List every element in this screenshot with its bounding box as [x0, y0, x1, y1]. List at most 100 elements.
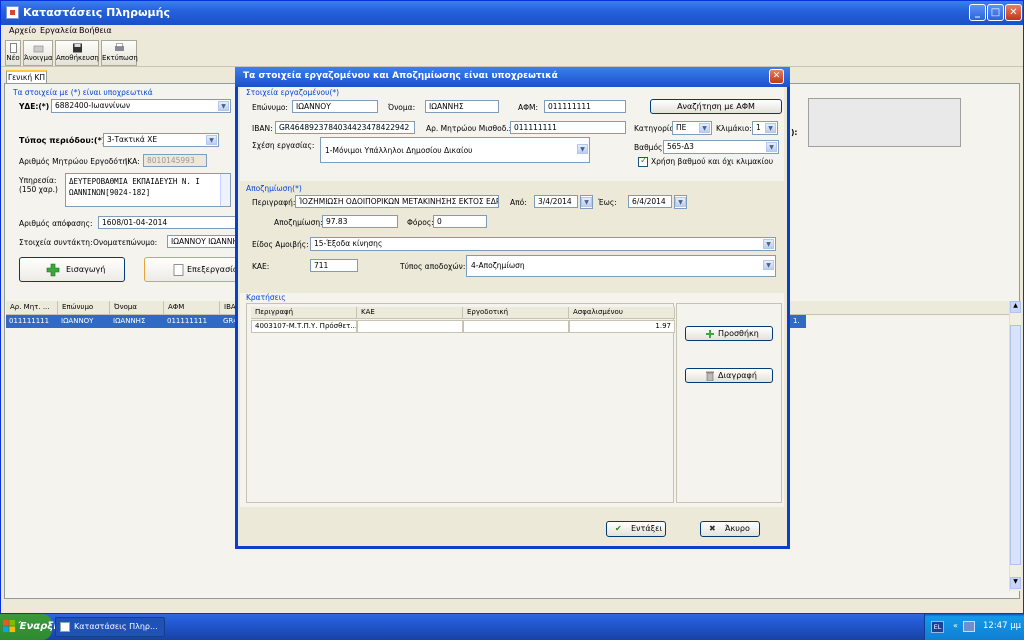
- add-deduction-button[interactable]: Προσθήκη: [685, 326, 773, 341]
- network-icon[interactable]: [963, 621, 975, 632]
- income-label: Τύπος αποδοχών:: [400, 262, 466, 271]
- surname-label: Επώνυμο:: [252, 103, 288, 112]
- right-textarea[interactable]: [808, 98, 961, 147]
- amount-field[interactable]: 97.83: [322, 215, 398, 228]
- cell-description[interactable]: 4003107-Μ.Τ.Π.Υ. Πρόσθετ...: [251, 320, 357, 333]
- insert-button[interactable]: Εισαγωγή: [19, 257, 125, 282]
- chevron-down-icon: ▼: [206, 135, 217, 145]
- taskbar: Έναρξη Καταστάσεις Πληρ... EL « 12:47 μμ: [0, 614, 1024, 640]
- close-button[interactable]: ✕: [1005, 4, 1022, 21]
- kae-field[interactable]: 711: [310, 259, 358, 272]
- ok-button[interactable]: ✔ Εντάξει: [606, 521, 666, 537]
- kae-label: ΚΑΕ:: [252, 262, 270, 271]
- yde-select[interactable]: 6882400-Ιωαννίνων ▼: [51, 99, 231, 113]
- dialog-title-bar[interactable]: Τα στοιχεία εργαζομένου και Αποζημίωσης …: [235, 67, 790, 87]
- afm-field[interactable]: 011111111: [544, 100, 626, 113]
- menu-tools[interactable]: Εργαλεία: [40, 26, 77, 35]
- ika-label: ΙΚΑ:: [125, 157, 140, 166]
- minimize-button[interactable]: _: [969, 4, 986, 21]
- col-kae[interactable]: ΚΑΕ: [357, 307, 463, 319]
- relation-select[interactable]: 1-Μόνιμοι Υπάλληλοι Δημοσίου Δικαίου ▼: [320, 137, 590, 163]
- col-afm[interactable]: ΑΦΜ: [164, 301, 220, 315]
- taskbar-item-app[interactable]: Καταστάσεις Πληρ...: [55, 617, 165, 637]
- desc-field[interactable]: ΊΟΖΗΜΙΩΣΗ ΟΔΟΙΠΟΡΙΚΩΝ ΜΕΤΑΚΙΝΗΣΗΣ ΕΚΤΟΣ …: [295, 195, 499, 208]
- use-grade-checkbox[interactable]: ✓: [638, 156, 648, 167]
- windows-logo-icon: [3, 620, 16, 633]
- scroll-down-icon[interactable]: ▼: [1010, 577, 1021, 589]
- tax-field[interactable]: 0: [433, 215, 487, 228]
- category-select[interactable]: ΠΕ ▼: [672, 121, 712, 135]
- document-icon: [173, 264, 184, 276]
- textarea-scrollbar[interactable]: [220, 174, 230, 206]
- firstname-field[interactable]: ΙΩΑΝΝΗΣ: [425, 100, 499, 113]
- menu-file[interactable]: Αρχείο: [9, 26, 36, 35]
- chevron-down-icon: ▼: [765, 123, 776, 133]
- maximize-button[interactable]: □: [987, 4, 1004, 21]
- type-select[interactable]: 15-Έξοδα κίνησης ▼: [310, 237, 776, 251]
- col-description[interactable]: Περιγραφή: [251, 307, 357, 319]
- name-field[interactable]: ΙΩΑΝΝΟΥ ΙΩΑΝΝΗ: [167, 235, 239, 248]
- new-icon: [9, 43, 17, 53]
- check-icon: ✔: [615, 524, 622, 533]
- service-label: Υπηρεσία:: [19, 176, 57, 185]
- chevron-down-icon: ▼: [699, 123, 710, 133]
- scroll-thumb[interactable]: [1010, 325, 1021, 565]
- decision-field[interactable]: 1608/01-04-2014: [98, 216, 238, 229]
- col-firstname[interactable]: Όνομα: [110, 301, 164, 315]
- start-button[interactable]: Έναρξη: [0, 614, 60, 640]
- amount-label: Αποζημίωση:: [274, 218, 323, 227]
- new-button[interactable]: Νέο: [5, 40, 21, 66]
- dialog-close-button[interactable]: ✕: [769, 69, 784, 84]
- delete-deduction-button[interactable]: Διαγραφή: [685, 368, 773, 383]
- tab-general[interactable]: Γενική ΚΠ: [6, 70, 47, 84]
- cell-kae[interactable]: [357, 320, 463, 333]
- main-vertical-scrollbar[interactable]: ▲ ▼: [1009, 301, 1021, 591]
- service-textarea[interactable]: ΔΕΥΤΕΡΟΒΑΘΜΙΑ ΕΚΠΑΙΔΕΥΣΗ Ν. Ι ΩΑΝΝΙΝΩΝ[9…: [65, 173, 231, 207]
- col-payroll[interactable]: Αρ. Μητ. ...: [6, 301, 58, 315]
- col-employer[interactable]: Εργοδοτική: [463, 307, 569, 319]
- language-indicator[interactable]: EL: [931, 621, 944, 633]
- ika-field[interactable]: 8010145993: [143, 154, 207, 167]
- toolbar: Νέο Άνοιγμα Αποθήκευση Εκτύπωση: [1, 39, 1023, 67]
- relation-label: Σχέση εργασίας:: [252, 141, 315, 150]
- income-select[interactable]: 4-Αποζημίωση ▼: [466, 255, 776, 277]
- chevron-down-icon: ▼: [218, 101, 229, 111]
- employee-section: Στοιχεία εργαζομένου(*) Επώνυμο: ΙΩΑΝΝΟΥ…: [240, 87, 784, 181]
- from-date-picker[interactable]: ▼: [580, 195, 593, 209]
- period-select[interactable]: 3-Τακτικά ΧΕ ▼: [103, 133, 219, 147]
- cell-insured[interactable]: 1.97: [569, 320, 675, 333]
- title-bar[interactable]: Καταστάσεις Πληρωμής _ □ ✕: [1, 1, 1023, 25]
- tray-chevron-icon[interactable]: «: [953, 621, 958, 630]
- from-label: Από:: [510, 198, 527, 207]
- menu-bar: Αρχείο Εργαλεία Βοήθεια: [1, 25, 1023, 39]
- service-sub-label: (150 χαρ.): [19, 185, 58, 194]
- grade-select[interactable]: 565-Δ3 ▼: [663, 140, 779, 154]
- scale-select[interactable]: 1 ▼: [752, 121, 778, 135]
- search-afm-button[interactable]: Αναζήτηση με ΑΦΜ: [650, 99, 782, 114]
- print-button[interactable]: Εκτύπωση: [101, 40, 138, 66]
- save-button[interactable]: Αποθήκευση: [55, 40, 99, 66]
- col-insured[interactable]: Ασφαλισμένου: [569, 307, 675, 319]
- scroll-up-icon[interactable]: ▲: [1010, 301, 1021, 313]
- from-field[interactable]: 3/4/2014: [534, 195, 578, 208]
- x-icon: ✖: [709, 524, 716, 533]
- print-icon: [114, 43, 124, 51]
- payroll-field[interactable]: 011111111: [510, 121, 626, 134]
- iban-field[interactable]: GR4648923784034423478422942: [275, 121, 415, 134]
- open-button[interactable]: Άνοιγμα: [23, 40, 53, 66]
- col-surname[interactable]: Επώνυμο: [58, 301, 110, 315]
- edit-button[interactable]: Επεξεργασία: [144, 257, 244, 282]
- open-icon: [33, 45, 43, 53]
- cell-employer[interactable]: [463, 320, 569, 333]
- menu-help[interactable]: Βοήθεια: [79, 26, 112, 35]
- employer-label: Αριθμός Μητρώου Εργοδότη:: [19, 157, 130, 166]
- to-date-picker[interactable]: ▼: [674, 195, 687, 209]
- dialog-title: Τα στοιχεία εργαζομένου και Αποζημίωσης …: [243, 71, 558, 81]
- surname-field[interactable]: ΙΩΑΝΝΟΥ: [292, 100, 378, 113]
- app-icon: [6, 6, 19, 19]
- chevron-down-icon: ▼: [675, 197, 686, 207]
- to-field[interactable]: 6/4/2014: [628, 195, 672, 208]
- system-tray: EL « 12:47 μμ: [924, 614, 1024, 640]
- cancel-button[interactable]: ✖ Άκυρο: [700, 521, 760, 537]
- period-label: Τύπος περιόδου:(*): [19, 136, 106, 145]
